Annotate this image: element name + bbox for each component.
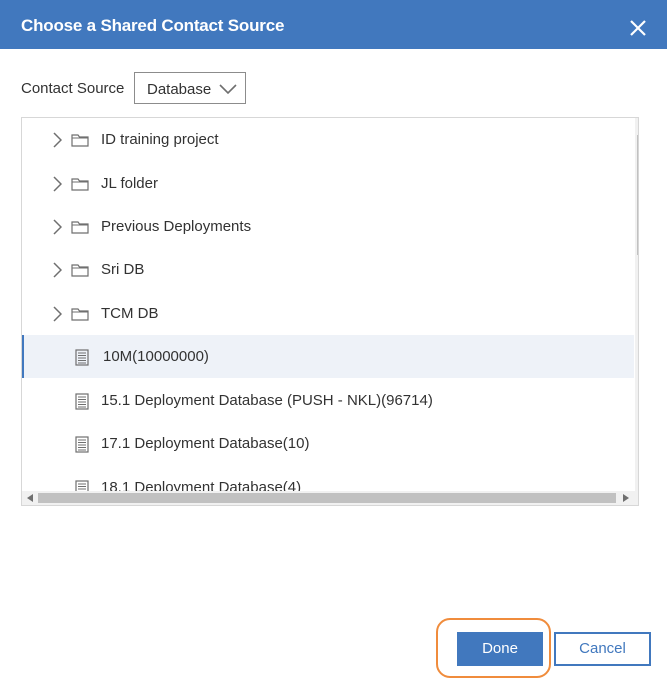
tree-item-database-selected[interactable]: 10M(10000000) bbox=[22, 335, 634, 378]
scrollbar-corner bbox=[635, 491, 638, 505]
vertical-scrollbar[interactable] bbox=[635, 118, 638, 491]
folder-icon bbox=[71, 133, 89, 152]
close-icon[interactable] bbox=[626, 15, 650, 39]
tree-viewport: ID training project JL folder Previous D… bbox=[22, 118, 635, 491]
folder-icon bbox=[71, 177, 89, 196]
dialog-titlebar: Choose a Shared Contact Source bbox=[0, 0, 667, 49]
dialog-title: Choose a Shared Contact Source bbox=[21, 16, 285, 35]
tree-item-folder[interactable]: ID training project bbox=[22, 118, 634, 161]
database-icon bbox=[75, 393, 89, 415]
tree-item-label: 18.1 Deployment Database(4) bbox=[101, 479, 302, 491]
cancel-button[interactable]: Cancel bbox=[554, 632, 651, 666]
tree-item-folder[interactable]: JL folder bbox=[22, 162, 634, 205]
tree-item-database[interactable]: 18.1 Deployment Database(4) bbox=[22, 466, 634, 491]
tree-item-label: Previous Deployments bbox=[101, 218, 252, 235]
chevron-down-icon bbox=[219, 82, 237, 100]
chevron-right-icon[interactable] bbox=[52, 306, 63, 327]
horizontal-scrollbar[interactable] bbox=[22, 491, 635, 505]
chevron-right-icon[interactable] bbox=[52, 262, 63, 283]
scroll-left-arrow-icon[interactable] bbox=[27, 494, 33, 502]
tree-item-label: 15.1 Deployment Database (PUSH - NKL)(96… bbox=[101, 392, 433, 409]
tree-item-folder[interactable]: Sri DB bbox=[22, 248, 634, 291]
vertical-scroll-thumb[interactable] bbox=[637, 135, 638, 255]
tree-item-label: ID training project bbox=[101, 131, 219, 148]
tree-item-label: 10M(10000000) bbox=[103, 348, 209, 365]
contact-source-tree: ID training project JL folder Previous D… bbox=[21, 117, 639, 506]
tree-item-label: TCM DB bbox=[101, 305, 159, 322]
done-button[interactable]: Done bbox=[457, 632, 543, 666]
horizontal-scroll-thumb[interactable] bbox=[38, 493, 616, 503]
scroll-right-arrow-icon[interactable] bbox=[623, 494, 629, 502]
database-icon bbox=[75, 349, 89, 371]
tree-item-label: Sri DB bbox=[101, 261, 145, 278]
chevron-right-icon[interactable] bbox=[52, 219, 63, 240]
chevron-right-icon[interactable] bbox=[52, 176, 63, 197]
chevron-right-icon[interactable] bbox=[52, 132, 63, 153]
tree-item-database[interactable]: 17.1 Deployment Database(10) bbox=[22, 422, 634, 465]
folder-icon bbox=[71, 263, 89, 282]
tree-item-folder[interactable]: TCM DB bbox=[22, 292, 634, 335]
contact-source-value: Database bbox=[147, 81, 212, 98]
tree-item-label: 17.1 Deployment Database(10) bbox=[101, 435, 310, 452]
contact-source-label: Contact Source bbox=[21, 80, 125, 97]
tree-item-label: JL folder bbox=[101, 175, 158, 192]
database-icon bbox=[75, 480, 89, 491]
folder-icon bbox=[71, 220, 89, 239]
tree-item-database[interactable]: 15.1 Deployment Database (PUSH - NKL)(96… bbox=[22, 379, 634, 422]
tree-item-folder[interactable]: Previous Deployments bbox=[22, 205, 634, 248]
folder-icon bbox=[71, 307, 89, 326]
database-icon bbox=[75, 436, 89, 458]
contact-source-dropdown[interactable]: Database bbox=[134, 72, 246, 104]
